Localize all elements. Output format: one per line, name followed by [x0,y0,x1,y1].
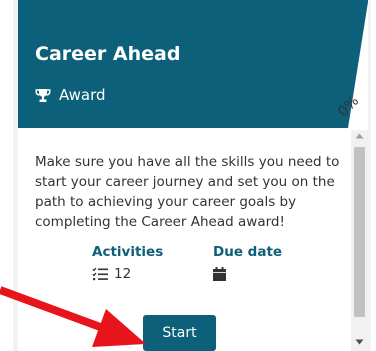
start-button[interactable]: Start [143,315,216,351]
scroll-up-arrow-icon[interactable] [351,132,368,142]
calendar-icon [213,267,226,281]
trophy-icon [35,88,51,102]
due-date-stat: Due date [213,244,282,283]
checklist-icon [92,267,108,281]
card-description: Make sure you have all the skills you ne… [35,154,340,230]
award-badge: Award [35,86,106,104]
award-label: Award [59,86,106,104]
activities-stat: Activities 12 [92,244,163,283]
activities-label: Activities [92,244,164,260]
scroll-down-arrow-icon[interactable] [351,338,368,348]
due-date-label: Due date [213,244,283,260]
scrollbar-thumb[interactable] [354,147,365,317]
card-title: Career Ahead [35,43,181,65]
red-arrow-icon [0,286,146,347]
scrollbar[interactable] [351,130,368,351]
